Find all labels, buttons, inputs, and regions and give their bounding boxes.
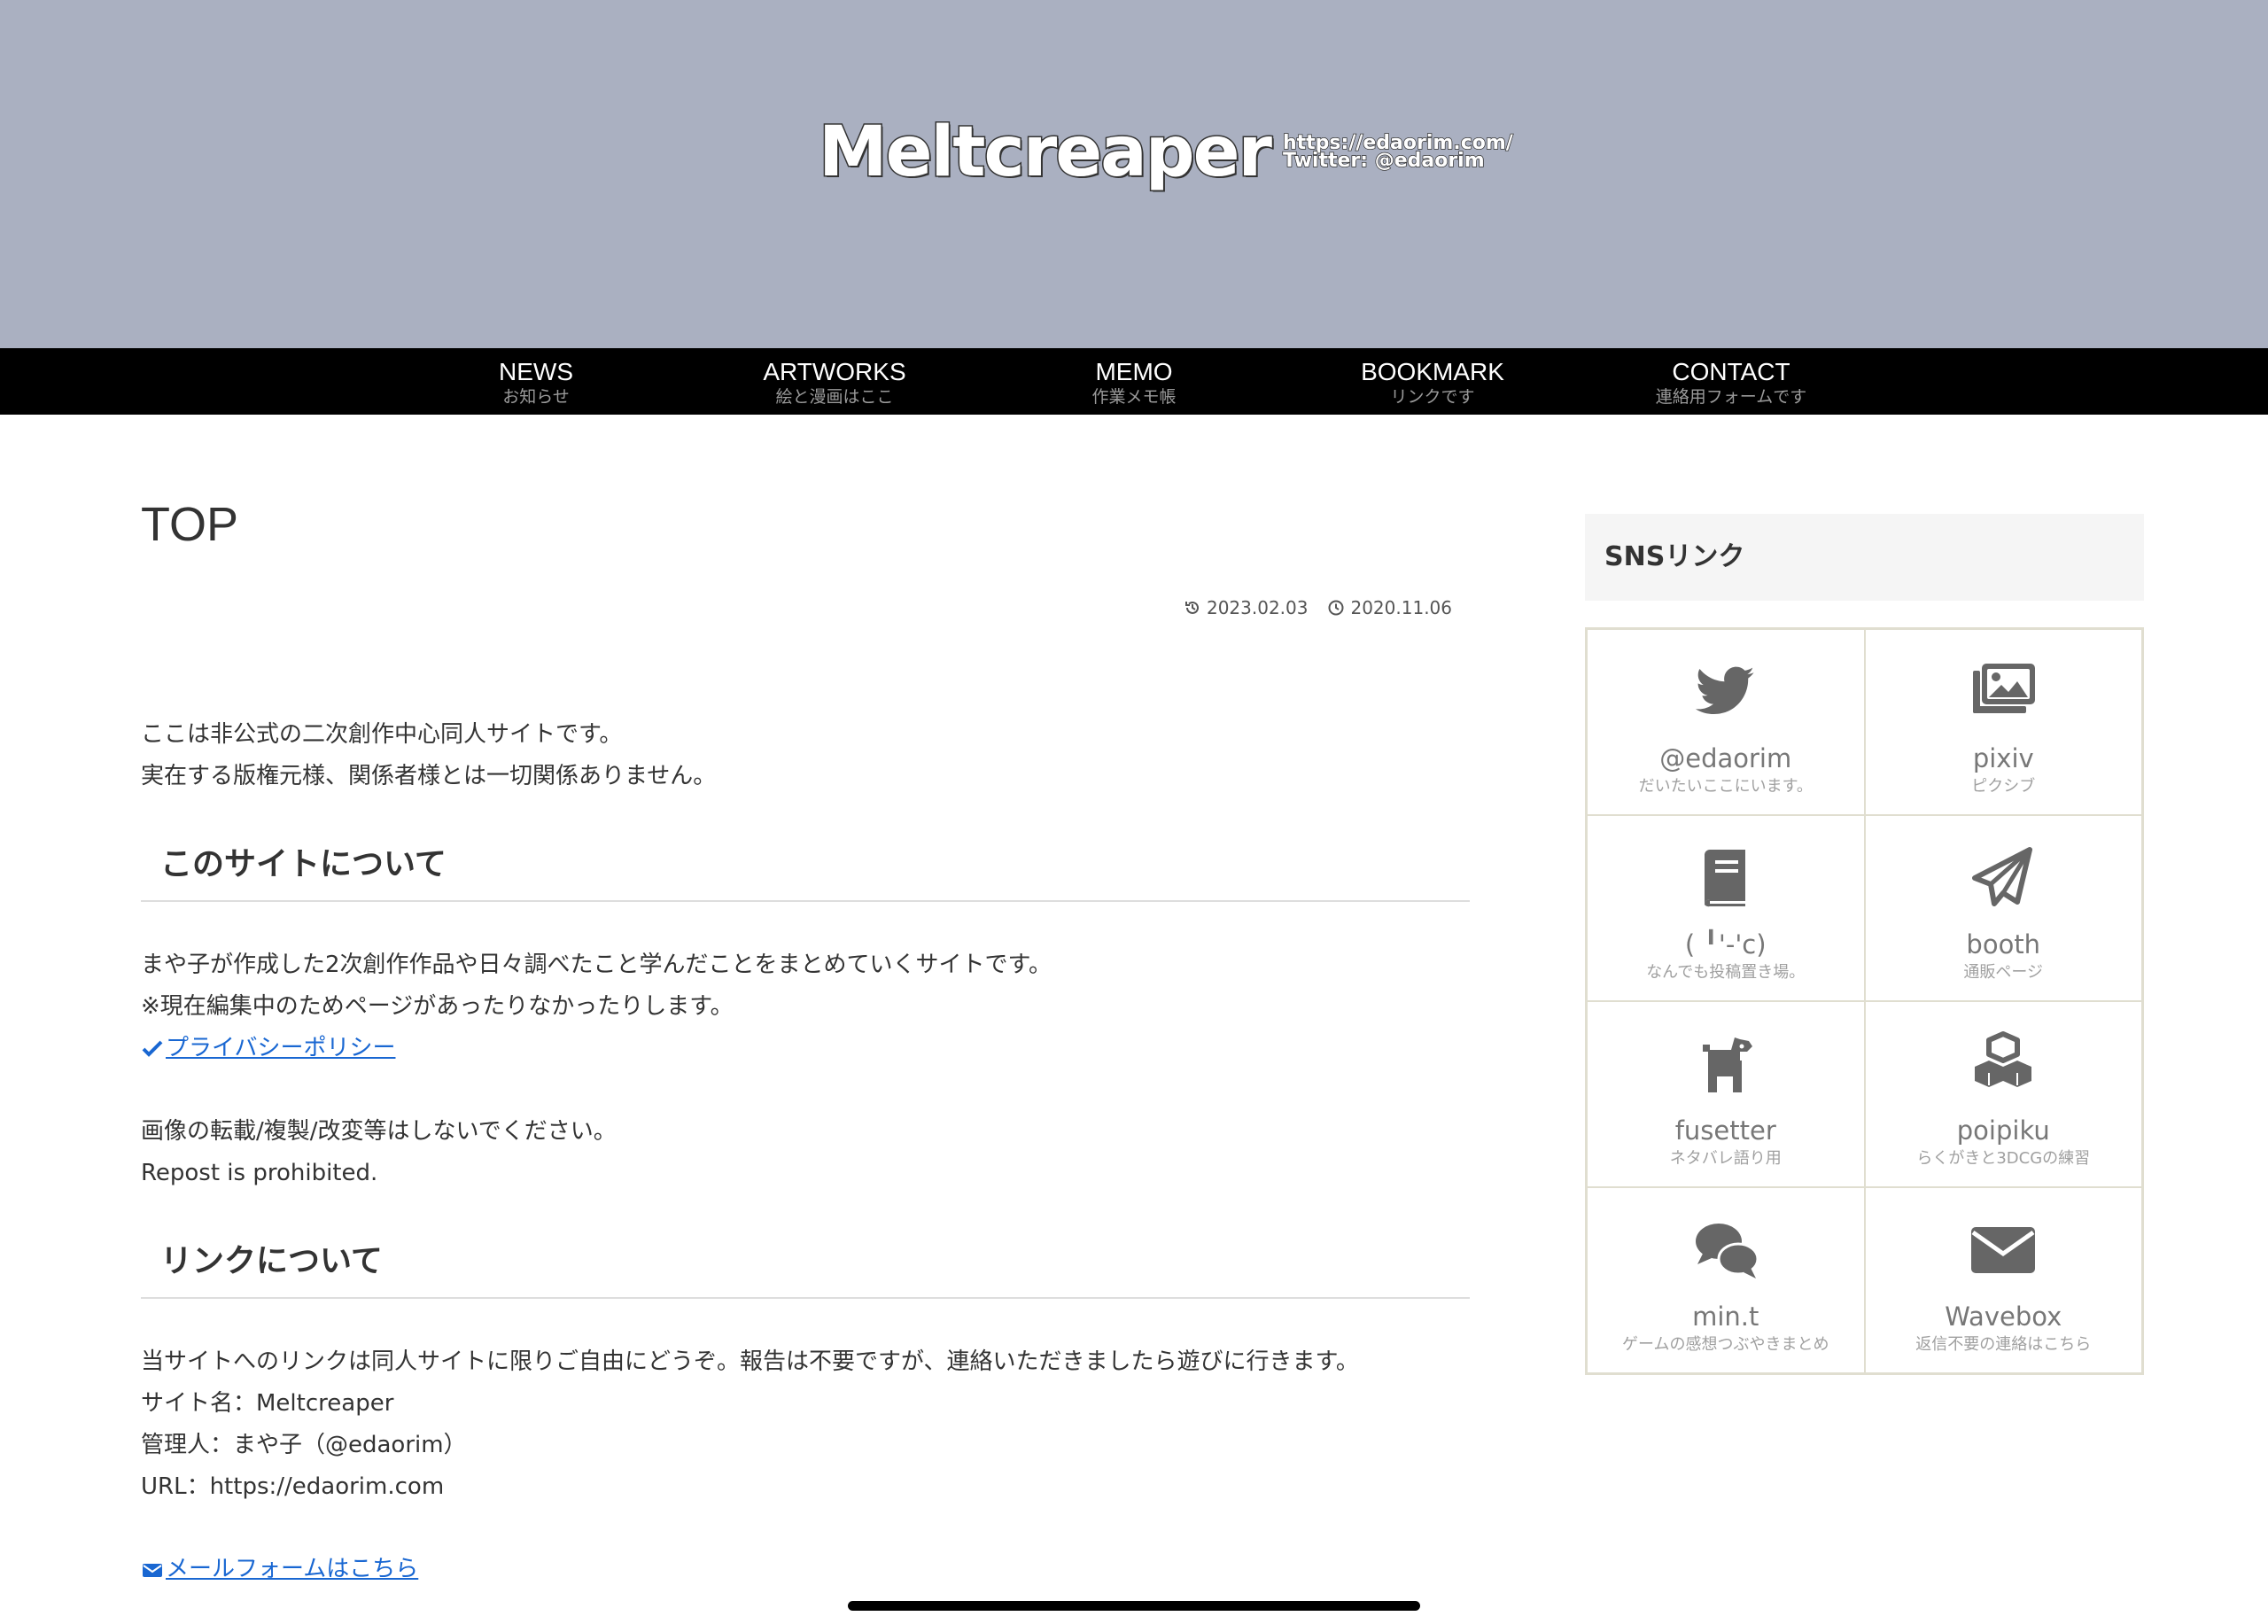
logo-twitter: Twitter: @edaorim xyxy=(1282,150,1485,172)
nav-sublabel: 作業メモ帳 xyxy=(1091,387,1177,407)
updated-date: 2023.02.03 xyxy=(1184,597,1309,618)
sns-link-posting-site[interactable]: ( ╹'-'c) なんでも投稿置き場。 xyxy=(1587,815,1865,1001)
privacy-policy-link-text[interactable]: プライバシーポリシー xyxy=(166,1028,395,1069)
sns-link-desc: ピクシブ xyxy=(1971,777,2036,796)
site-logo[interactable]: Meltcreaper https://edaorim.com/ Twitter… xyxy=(818,112,1514,194)
published-date-text: 2020.11.06 xyxy=(1350,597,1452,618)
history-icon xyxy=(1184,601,1199,614)
admin-line: 管理人：まや子（@edaorim） xyxy=(141,1432,467,1458)
mail-form-link-text[interactable]: メールフォームはこちら xyxy=(166,1549,418,1590)
nav-item-news[interactable]: NEWS お知らせ xyxy=(403,348,669,415)
twitter-icon xyxy=(1695,666,1754,714)
notice-line: 画像の転載/複製/改変等はしないでください。 xyxy=(141,1118,617,1145)
envelope-icon xyxy=(143,1563,162,1577)
nav-label: NEWS xyxy=(499,358,573,385)
sns-link-name: @edaorim xyxy=(1659,743,1792,773)
nav-label: ARTWORKS xyxy=(763,358,906,385)
url-line: URL：https://edaorim.com xyxy=(141,1473,445,1500)
paper-plane-icon xyxy=(1972,847,2033,906)
sns-link-desc: 通販ページ xyxy=(1963,963,2044,982)
nav-sublabel: 連絡用フォームです xyxy=(1655,387,1807,407)
sns-link-desc: ゲームの感想つぶやきまとめ xyxy=(1622,1335,1829,1354)
intro-line: ここは非公式の二次創作中心同人サイトです。 xyxy=(141,721,623,748)
clock-icon xyxy=(1328,600,1344,616)
envelope-icon xyxy=(1971,1227,2036,1273)
nav-item-contact[interactable]: CONTACT 連絡用フォームです xyxy=(1598,348,1864,415)
nav-item-memo[interactable]: MEMO 作業メモ帳 xyxy=(1001,348,1267,415)
sns-link-name: poipiku xyxy=(1956,1115,2050,1146)
sns-link-mint[interactable]: min.t ゲームの感想つぶやきまとめ xyxy=(1587,1187,1865,1373)
intro-line: 実在する版権元様、関係者様とは一切関係ありません。 xyxy=(141,763,717,789)
comments-icon xyxy=(1695,1224,1759,1278)
book-icon xyxy=(1704,850,1745,907)
section-heading-links: リンクについて xyxy=(141,1228,1470,1299)
sns-link-name: Wavebox xyxy=(1945,1302,2062,1332)
sns-link-name: pixiv xyxy=(1972,743,2034,773)
sns-link-name: fusetter xyxy=(1674,1115,1776,1146)
link-policy-text: 当サイトへのリンクは同人サイトに限りご自由にどうぞ。報告は不要ですが、連絡いただ… xyxy=(141,1341,1359,1508)
dog-icon xyxy=(1702,1037,1752,1092)
sns-link-booth[interactable]: booth 通販ページ xyxy=(1864,815,2142,1001)
sns-link-name: ( ╹'-'c) xyxy=(1684,929,1767,960)
notice-text: 画像の転載/複製/改変等はしないでください。 Repost is prohibi… xyxy=(141,1111,617,1194)
nav-label: MEMO xyxy=(1095,358,1173,385)
sns-link-desc: 返信不要の連絡はこちら xyxy=(1915,1335,2092,1354)
about-line: ※現在編集中のためページがあったりなかったりします。 xyxy=(141,993,734,1020)
published-date: 2020.11.06 xyxy=(1327,597,1452,618)
nav-item-artworks[interactable]: ARTWORKS 絵と漫画はここ xyxy=(702,348,967,415)
page-title: TOP xyxy=(141,498,239,551)
sns-link-desc: なんでも投稿置き場。 xyxy=(1646,963,1806,982)
logo-subtext: https://edaorim.com/ Twitter: @edaorim xyxy=(1282,133,1513,172)
nav-sublabel: お知らせ xyxy=(502,387,570,407)
main-content: TOP 2023.02.03 2020.11.06 ここは非公式の二次創作中心同… xyxy=(141,496,1470,1582)
nav-label: BOOKMARK xyxy=(1361,358,1504,385)
site-header: Meltcreaper https://edaorim.com/ Twitter… xyxy=(0,0,2268,348)
link-policy-line: 当サイトへのリンクは同人サイトに限りご自由にどうぞ。報告は不要ですが、連絡いただ… xyxy=(141,1348,1359,1375)
nav-sublabel: リンクです xyxy=(1390,387,1475,407)
about-line: まや子が作成した2次創作作品や日々調べたこと学んだことをまとめていくサイトです。 xyxy=(141,952,1052,978)
about-text: まや子が作成した2次創作作品や日々調べたこと学んだことをまとめていくサイトです。… xyxy=(141,944,1052,1069)
sidebar-title: SNSリンク xyxy=(1585,514,2144,601)
intro-text: ここは非公式の二次創作中心同人サイトです。 実在する版権元様、関係者様とは一切関… xyxy=(141,714,716,797)
sns-link-grid: @edaorim だいたいここにいます。 pixiv ピクシブ (╹'-'c)… xyxy=(1585,627,2144,1375)
sns-link-twitter[interactable]: @edaorim だいたいここにいます。 xyxy=(1587,629,1865,815)
sns-link-desc: だいたいここにいます。 xyxy=(1638,777,1813,796)
home-indicator[interactable] xyxy=(848,1601,1420,1611)
updated-date-text: 2023.02.03 xyxy=(1206,597,1309,618)
nav-label: CONTACT xyxy=(1672,358,1790,385)
sns-link-name: min.t xyxy=(1692,1302,1759,1332)
sns-link-name: booth xyxy=(1966,929,2041,960)
notice-line: Repost is prohibited. xyxy=(141,1160,378,1186)
sns-link-fusetter[interactable]: fusetter ネタバレ語り用 xyxy=(1587,1001,1865,1187)
logo-title: Meltcreaper xyxy=(818,112,1274,194)
sns-link-pixiv[interactable]: pixiv ピクシブ xyxy=(1864,629,2142,815)
site-name-line: サイト名：Meltcreaper xyxy=(141,1390,394,1417)
sidebar: SNSリンク @edaorim だいたいここにいます。 pixiv ピクシブ (… xyxy=(1585,514,2144,1375)
check-icon xyxy=(142,1040,163,1057)
mail-form-link[interactable]: メールフォームはこちら xyxy=(141,1549,418,1590)
sns-link-poipiku[interactable]: poipiku らくがきと3DCGの練習 xyxy=(1864,1001,2142,1187)
nav-item-bookmark[interactable]: BOOKMARK リンクです xyxy=(1300,348,1565,415)
cubes-icon xyxy=(1975,1031,2032,1087)
nav-sublabel: 絵と漫画はここ xyxy=(775,387,894,407)
sns-link-desc: らくがきと3DCGの練習 xyxy=(1916,1149,2091,1168)
images-icon xyxy=(1973,664,2036,713)
global-nav: NEWS お知らせ ARTWORKS 絵と漫画はここ MEMO 作業メモ帳 BO… xyxy=(0,348,2268,415)
sns-link-desc: ネタバレ語り用 xyxy=(1669,1149,1782,1168)
privacy-policy-link[interactable]: プライバシーポリシー xyxy=(141,1028,1052,1069)
section-heading-about: このサイトについて xyxy=(141,831,1470,902)
sns-link-wavebox[interactable]: Wavebox 返信不要の連絡はこちら xyxy=(1864,1187,2142,1373)
post-dates: 2023.02.03 2020.11.06 xyxy=(1184,597,1452,618)
